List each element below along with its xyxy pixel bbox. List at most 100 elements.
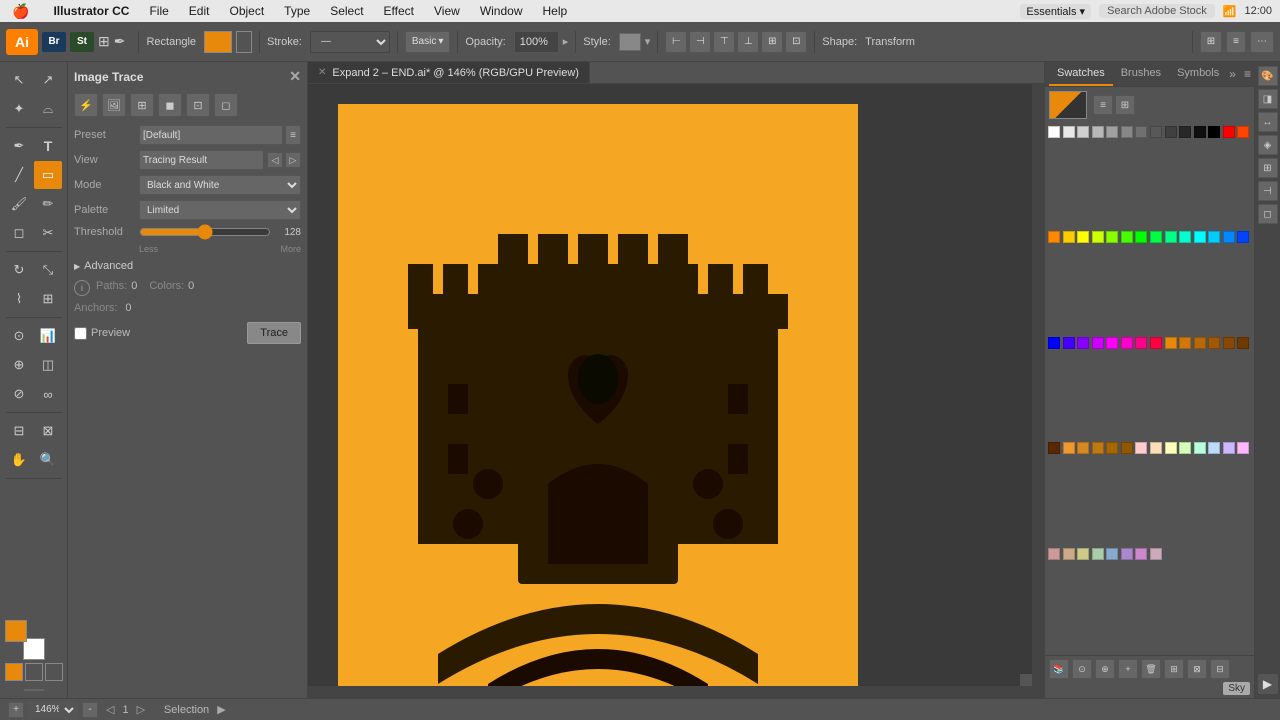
options-btn[interactable]: ⊞: [1164, 659, 1184, 679]
opacity-arrow[interactable]: ▸: [563, 35, 569, 48]
swatch-cell[interactable]: [1077, 337, 1089, 349]
rmp-play-btn[interactable]: ▶: [1258, 674, 1278, 694]
menu-type[interactable]: Type: [280, 3, 314, 19]
swatch-cell[interactable]: [1179, 231, 1191, 243]
swatch-cell[interactable]: [1223, 126, 1235, 138]
menu-window[interactable]: Window: [476, 3, 527, 19]
threshold-slider[interactable]: [139, 225, 271, 239]
menu-object[interactable]: Object: [225, 3, 268, 19]
swatch-cell[interactable]: [1048, 231, 1060, 243]
swatch-cell[interactable]: [1194, 126, 1206, 138]
swatch-cell[interactable]: [1063, 442, 1075, 454]
zoom-in-btn[interactable]: +: [8, 702, 24, 718]
apple-menu[interactable]: 🍎: [8, 2, 33, 21]
new-color-group-btn[interactable]: ⊕: [1095, 659, 1115, 679]
panel-menu-btn[interactable]: ≡: [1242, 65, 1253, 83]
swatch-cell[interactable]: [1223, 231, 1235, 243]
brush-tool[interactable]: 🖌: [5, 190, 33, 218]
style-color-box[interactable]: [619, 33, 641, 51]
swatch-cell[interactable]: [1165, 442, 1177, 454]
rmp-transparency-btn[interactable]: ◻: [1258, 204, 1278, 224]
none-box[interactable]: [45, 663, 63, 681]
page-next-btn[interactable]: ▷: [137, 703, 145, 716]
swatch-cell[interactable]: [1237, 337, 1249, 349]
rmp-layers-btn[interactable]: ◨: [1258, 89, 1278, 109]
trace-technical-btn[interactable]: ◻: [214, 93, 238, 117]
zoom-select[interactable]: 146%: [28, 701, 78, 719]
swatch-cell[interactable]: [1150, 442, 1162, 454]
menu-select[interactable]: Select: [326, 3, 367, 19]
direct-selection-tool[interactable]: ↗: [34, 66, 62, 94]
swatch-cell[interactable]: [1194, 442, 1206, 454]
slice-tool[interactable]: ⊠: [34, 417, 62, 445]
swatch-libraries-btn[interactable]: 📚: [1049, 659, 1069, 679]
grid-icon[interactable]: ⊞: [98, 33, 110, 50]
swatch-cell[interactable]: [1165, 337, 1177, 349]
st-logo[interactable]: St: [70, 32, 94, 52]
swatch-cell[interactable]: [1165, 231, 1177, 243]
stroke-selector[interactable]: —: [310, 31, 390, 53]
blend-tool[interactable]: ∞: [34, 380, 62, 408]
menu-help[interactable]: Help: [539, 3, 572, 19]
brushes-tab[interactable]: Brushes: [1113, 62, 1169, 86]
rmp-align-btn[interactable]: ⊣: [1258, 181, 1278, 201]
zoom-out-btn[interactable]: -: [82, 702, 98, 718]
menu-illustrator[interactable]: Illustrator CC: [49, 3, 133, 19]
swatch-cell[interactable]: [1135, 337, 1147, 349]
canvas-expand-btn[interactable]: [1020, 674, 1032, 686]
swatch-cell[interactable]: [1179, 126, 1191, 138]
foreground-color-swatch[interactable]: [5, 620, 27, 642]
gradient-tool[interactable]: ◫: [34, 351, 62, 379]
tab-close-btn[interactable]: ✕: [318, 67, 326, 78]
preset-menu-btn[interactable]: ≡: [285, 125, 301, 145]
eyedropper-tool[interactable]: ⊘: [5, 380, 33, 408]
grid-toggle-btn[interactable]: ⊠: [1187, 659, 1207, 679]
swatch-cell[interactable]: [1237, 126, 1249, 138]
swatch-cell[interactable]: [1048, 126, 1060, 138]
page-prev-btn[interactable]: ◁: [106, 703, 114, 716]
view-list-btn[interactable]: ≡: [1226, 31, 1246, 53]
swatches-tab[interactable]: Swatches: [1049, 62, 1113, 86]
rmp-pathfinder-btn[interactable]: ⊞: [1258, 158, 1278, 178]
canvas-container[interactable]: www.rr-sc.com: [308, 84, 1044, 698]
swatch-cell[interactable]: [1237, 231, 1249, 243]
swatch-cell[interactable]: [1106, 442, 1118, 454]
align-top-btn[interactable]: ⊥: [737, 31, 759, 53]
pen-tool-icon[interactable]: ✒: [114, 33, 126, 50]
type-tool[interactable]: T: [34, 132, 62, 160]
align-right-btn[interactable]: ⊤: [713, 31, 735, 53]
swatch-cell[interactable]: [1092, 337, 1104, 349]
magic-wand-tool[interactable]: ✦: [5, 95, 33, 123]
swatch-cell[interactable]: [1150, 231, 1162, 243]
preview-label[interactable]: Preview: [91, 327, 130, 339]
hand-tool[interactable]: ✋: [5, 446, 33, 474]
swatch-cell[interactable]: [1063, 231, 1075, 243]
swatch-cell[interactable]: [1063, 126, 1075, 138]
swatch-cell[interactable]: [1092, 231, 1104, 243]
preset-selector[interactable]: [Default]: [139, 125, 283, 145]
symbol-tool[interactable]: ⊙: [5, 322, 33, 350]
selection-tool[interactable]: ↖: [5, 66, 33, 94]
show-kind-btn[interactable]: ⊙: [1072, 659, 1092, 679]
current-color-swatch[interactable]: [1049, 91, 1087, 119]
advanced-section[interactable]: ▶ Advanced: [74, 260, 301, 272]
swatch-cell[interactable]: [1179, 337, 1191, 349]
view-next-btn[interactable]: ▷: [285, 152, 301, 168]
trace-button[interactable]: Trace: [247, 322, 301, 344]
swatch-cell[interactable]: [1063, 548, 1075, 560]
panel-expand-btn[interactable]: »: [1227, 65, 1238, 83]
swatch-cell[interactable]: [1150, 126, 1162, 138]
swatch-cell[interactable]: [1092, 126, 1104, 138]
resize-handle[interactable]: [6, 686, 62, 694]
pen-tool[interactable]: ✒: [5, 132, 33, 160]
line-tool[interactable]: ╱: [5, 161, 33, 189]
style-arrow[interactable]: ▾: [645, 35, 651, 48]
br-logo[interactable]: Br: [42, 32, 66, 52]
fill-color-swatch[interactable]: [204, 31, 232, 53]
swatch-cell[interactable]: [1092, 442, 1104, 454]
swatch-cell[interactable]: [1092, 548, 1104, 560]
swatch-cell[interactable]: [1121, 548, 1133, 560]
swatch-cell[interactable]: [1208, 231, 1220, 243]
swatch-cell[interactable]: [1208, 126, 1220, 138]
menu-view[interactable]: View: [430, 3, 464, 19]
